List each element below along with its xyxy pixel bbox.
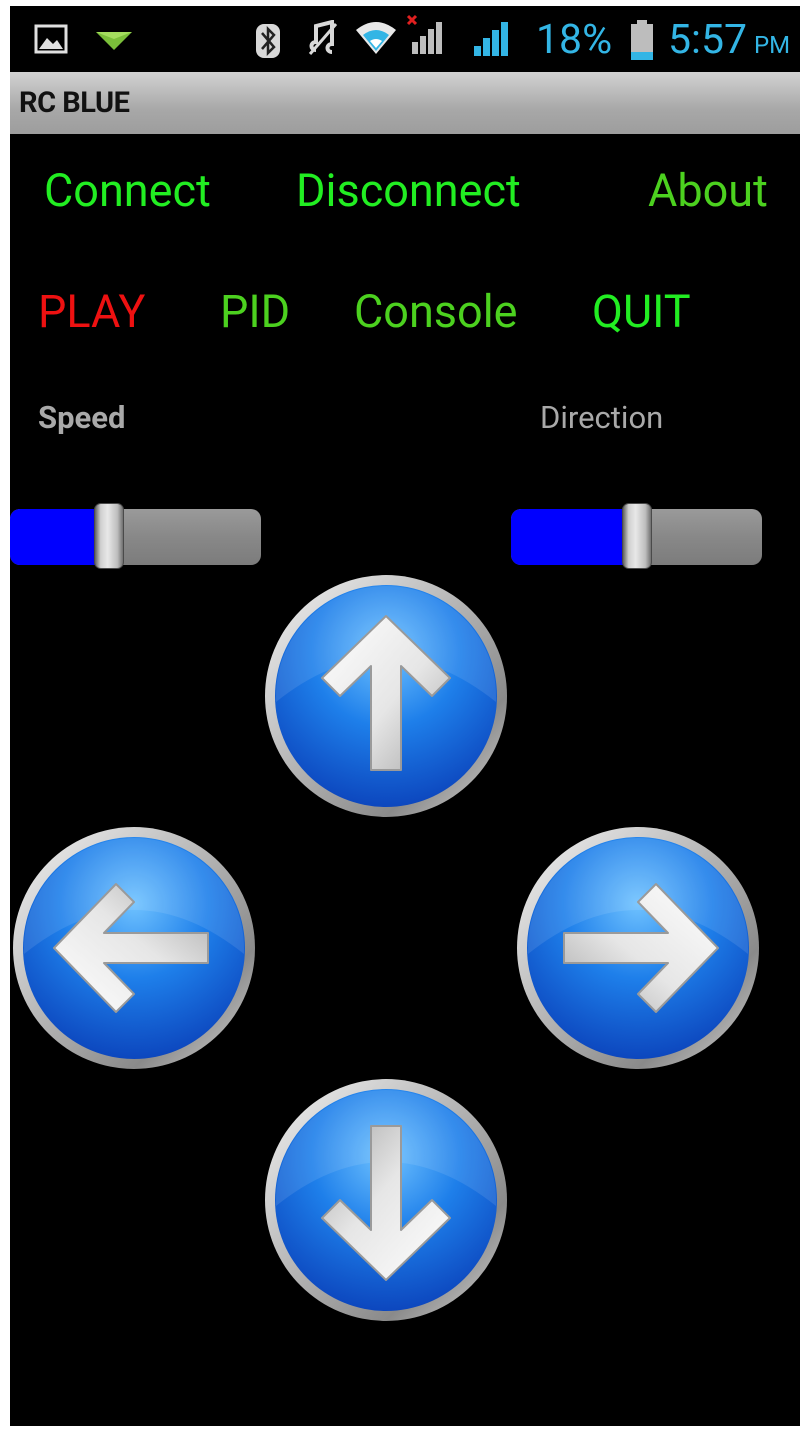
- connect-button[interactable]: Connect: [44, 168, 211, 213]
- direction-label: Direction: [540, 399, 664, 436]
- action-bar: RC BLUE: [10, 72, 800, 134]
- left-button[interactable]: [12, 826, 256, 1070]
- mute-icon: [306, 20, 340, 58]
- clock-ampm: PM: [754, 31, 791, 59]
- backward-button[interactable]: [264, 1078, 508, 1322]
- left-arrow-icon: [13, 827, 255, 1069]
- signal-no-sim-icon: [406, 14, 450, 58]
- image-notification-icon: [34, 24, 68, 54]
- signal-icon: [470, 16, 514, 60]
- clock-time: 5:57: [668, 16, 748, 64]
- download-notification-icon: [94, 30, 134, 52]
- speed-label: Speed: [38, 399, 126, 436]
- console-button[interactable]: Console: [354, 289, 518, 334]
- play-button[interactable]: PLAY: [38, 289, 145, 334]
- disconnect-button[interactable]: Disconnect: [296, 168, 521, 213]
- quit-button[interactable]: QUIT: [592, 289, 691, 334]
- direction-slider-fill: [511, 509, 637, 565]
- app-screen: 18% 5:57 PM RC BLUE Connect Disconnect A…: [10, 6, 800, 1426]
- forward-button[interactable]: [264, 574, 508, 818]
- direction-slider-thumb[interactable]: [621, 503, 652, 569]
- wifi-icon: [354, 18, 398, 56]
- battery-icon: [630, 20, 654, 62]
- app-title: RC BLUE: [19, 86, 130, 120]
- direction-slider[interactable]: [511, 503, 762, 569]
- speed-slider[interactable]: [10, 503, 261, 569]
- pid-button[interactable]: PID: [220, 289, 290, 334]
- down-arrow-icon: [265, 1079, 507, 1321]
- right-button[interactable]: [516, 826, 760, 1070]
- about-button[interactable]: About: [648, 168, 768, 213]
- bluetooth-icon: [254, 22, 282, 60]
- right-arrow-icon: [517, 827, 759, 1069]
- up-arrow-icon: [265, 575, 507, 817]
- battery-percent: 18%: [536, 16, 613, 64]
- status-bar: 18% 5:57 PM: [10, 6, 800, 72]
- speed-slider-thumb[interactable]: [93, 503, 124, 569]
